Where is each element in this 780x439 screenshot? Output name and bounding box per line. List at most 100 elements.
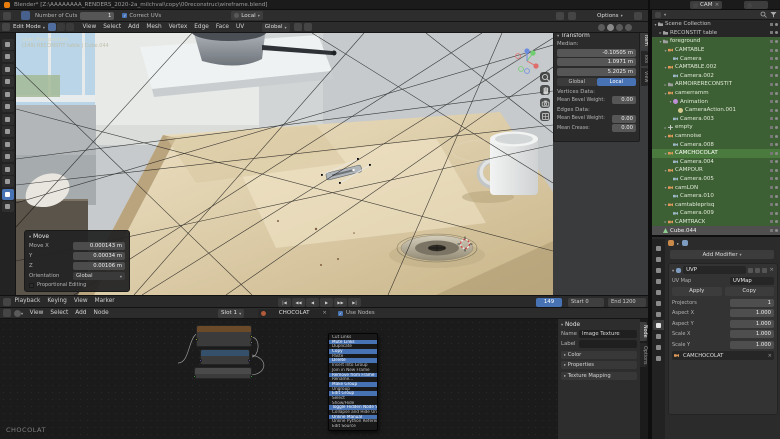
proportional-falloff-icon[interactable] — [304, 23, 312, 31]
transform-orientation-dropdown[interactable]: Global ▾ — [262, 23, 290, 32]
row-visibility-icons[interactable] — [770, 74, 778, 77]
zoom-icon[interactable] — [540, 72, 550, 82]
scene-selector[interactable]: CAM × — [690, 1, 722, 9]
row-visibility-icons[interactable] — [770, 169, 778, 172]
properties-tab-world[interactable] — [653, 298, 664, 308]
shader-editor[interactable]: ▾ View Select Add Node Slot 1▾ CHOCOLAT … — [0, 308, 648, 439]
clear-object-icon[interactable]: × — [768, 353, 772, 359]
wireframe-shading-icon[interactable] — [598, 24, 605, 31]
navigation-gizmo[interactable] — [512, 46, 542, 76]
menu-uv[interactable]: UV — [232, 22, 247, 33]
show-in-editmode-toggle[interactable] — [748, 268, 753, 273]
properties-tab-view-layer[interactable] — [653, 276, 664, 286]
properties-tab-render[interactable] — [653, 254, 664, 264]
snap-magnet-icon[interactable] — [294, 23, 302, 31]
menu-vertex[interactable]: Vertex — [165, 22, 191, 33]
options-dropdown[interactable]: Options ▾ — [594, 11, 626, 20]
move-tool-button[interactable] — [2, 76, 14, 87]
select-box-tool-button[interactable] — [2, 51, 14, 62]
menu-add[interactable]: Add — [125, 22, 143, 33]
outliner-row-camera-002[interactable]: Camera.002 — [652, 72, 780, 81]
number-of-cuts-field[interactable]: 1 — [80, 12, 114, 20]
menu-view[interactable]: View — [70, 296, 91, 307]
add-modifier-button[interactable]: Add Modifier ▾ — [670, 250, 774, 259]
filter-icon[interactable] — [770, 11, 777, 18]
edge-select-mode-icon[interactable] — [57, 23, 65, 31]
cursor-3d-tool-button[interactable] — [2, 64, 14, 75]
vert-bevel-field[interactable]: 0.00 — [612, 96, 636, 104]
node-panel-header[interactable]: ▾ Node — [561, 322, 637, 328]
outliner-row-armoirereconstit[interactable]: ▸ARMOIRERECONSTIT — [652, 80, 780, 89]
expand-caret-icon[interactable]: ▾ — [663, 185, 668, 190]
tab-item[interactable]: Item — [641, 32, 648, 49]
tab-view[interactable]: View — [641, 68, 648, 85]
row-visibility-icons[interactable] — [770, 195, 778, 198]
outliner-row-camtable[interactable]: ▾CAMTABLE — [652, 46, 780, 55]
menu-edge[interactable]: Edge — [191, 22, 213, 33]
row-visibility-icons[interactable] — [770, 66, 778, 69]
local-view-dropdown[interactable]: Local ▾ — [231, 11, 263, 20]
row-visibility-icons[interactable] — [770, 135, 778, 138]
area-divider[interactable] — [648, 0, 650, 439]
menu-add[interactable]: Add — [72, 308, 90, 319]
menu-view[interactable]: View — [26, 308, 47, 319]
play-button[interactable]: ▶ — [320, 298, 333, 307]
expand-caret-icon[interactable]: ▾ — [663, 65, 668, 70]
outliner-row-camera-009[interactable]: Camera.009 — [652, 209, 780, 218]
expand-caret-icon[interactable]: ▾ — [672, 268, 674, 273]
aspect-y-field[interactable]: 1.000 — [730, 320, 774, 328]
object-icon[interactable] — [668, 240, 674, 246]
orientation-dropdown[interactable]: Global▾ — [73, 272, 125, 280]
vertex-select-mode-icon[interactable] — [48, 23, 56, 31]
toggle-ortho-icon[interactable] — [540, 111, 550, 121]
section-color[interactable]: ▸ Color — [561, 351, 637, 359]
row-visibility-icons[interactable] — [770, 160, 778, 163]
properties-tab-scene[interactable] — [653, 287, 664, 297]
measure-tool-button[interactable] — [2, 139, 14, 150]
row-visibility-icons[interactable] — [770, 57, 778, 60]
solid-shading-icon[interactable] — [607, 24, 614, 31]
expand-caret-icon[interactable]: ▾ — [653, 22, 658, 27]
unlink-scene-icon[interactable]: × — [715, 2, 720, 8]
menu-keying[interactable]: Keying — [44, 296, 70, 307]
transform-panel-header[interactable]: ▾ Transform — [557, 33, 636, 39]
outliner-row-scene-collection[interactable]: ▾Scene Collection — [652, 20, 780, 29]
projector-object-field[interactable]: CAMCHOCOLAT × — [672, 351, 774, 360]
rotate-tool-button[interactable] — [2, 89, 14, 100]
menu-mesh[interactable]: Mesh — [143, 22, 165, 33]
edge-bevel-field[interactable]: 0.00 — [612, 115, 636, 123]
node-label-field[interactable] — [579, 340, 637, 348]
tab-tool[interactable]: Tool — [641, 51, 648, 66]
play-reverse-button[interactable]: ◀ — [306, 298, 319, 307]
outliner-row-camnoise[interactable]: ▾camnoise — [652, 132, 780, 141]
scale-x-field[interactable]: 1.000 — [730, 330, 774, 338]
properties-tab-output[interactable] — [653, 265, 664, 275]
row-visibility-icons[interactable] — [770, 220, 778, 223]
outliner-row-camlon[interactable]: ▾camLON — [652, 183, 780, 192]
row-visibility-icons[interactable] — [770, 186, 778, 189]
row-visibility-icons[interactable] — [770, 40, 778, 43]
properties-tab-modifiers[interactable] — [653, 320, 664, 330]
extra-settings-icon[interactable] — [634, 12, 642, 20]
expand-caret-icon[interactable]: ▾ — [658, 39, 663, 44]
context-menu-item-edit-source[interactable]: Edit Source — [329, 424, 377, 429]
row-visibility-icons[interactable] — [770, 83, 778, 86]
menu-node[interactable]: Node — [90, 308, 112, 319]
median-y-field[interactable]: 1.0971 m — [557, 58, 636, 66]
expand-caret-icon[interactable]: ▸ — [663, 125, 668, 130]
properties-tab-constraints[interactable] — [653, 353, 664, 363]
expand-caret-icon[interactable]: ▸ — [663, 82, 668, 87]
section-properties[interactable]: ▸ Properties — [561, 361, 637, 369]
row-visibility-icons[interactable] — [770, 212, 778, 215]
row-visibility-icons[interactable] — [770, 117, 778, 120]
proportional-editing-checkbox[interactable] — [29, 283, 34, 288]
move-panel-header[interactable]: ▾ Move — [29, 233, 125, 240]
proportional-editing-icon[interactable] — [568, 12, 576, 20]
jump-to-end-button[interactable]: ▶| — [348, 298, 361, 307]
outliner-row-camtrack[interactable]: ▸CAMTRACK — [652, 218, 780, 227]
viewport-3d[interactable]: Edit Mode ▾ View Select Add Mesh Vertex … — [0, 22, 648, 295]
node-graph-area[interactable]: Cut LinksMute LinksDuplicateCopyPasteDel… — [0, 319, 557, 439]
editor-type-icon[interactable] — [2, 23, 10, 31]
prev-keyframe-button[interactable]: ◀◀ — [292, 298, 305, 307]
view-layer-selector[interactable] — [744, 1, 768, 9]
